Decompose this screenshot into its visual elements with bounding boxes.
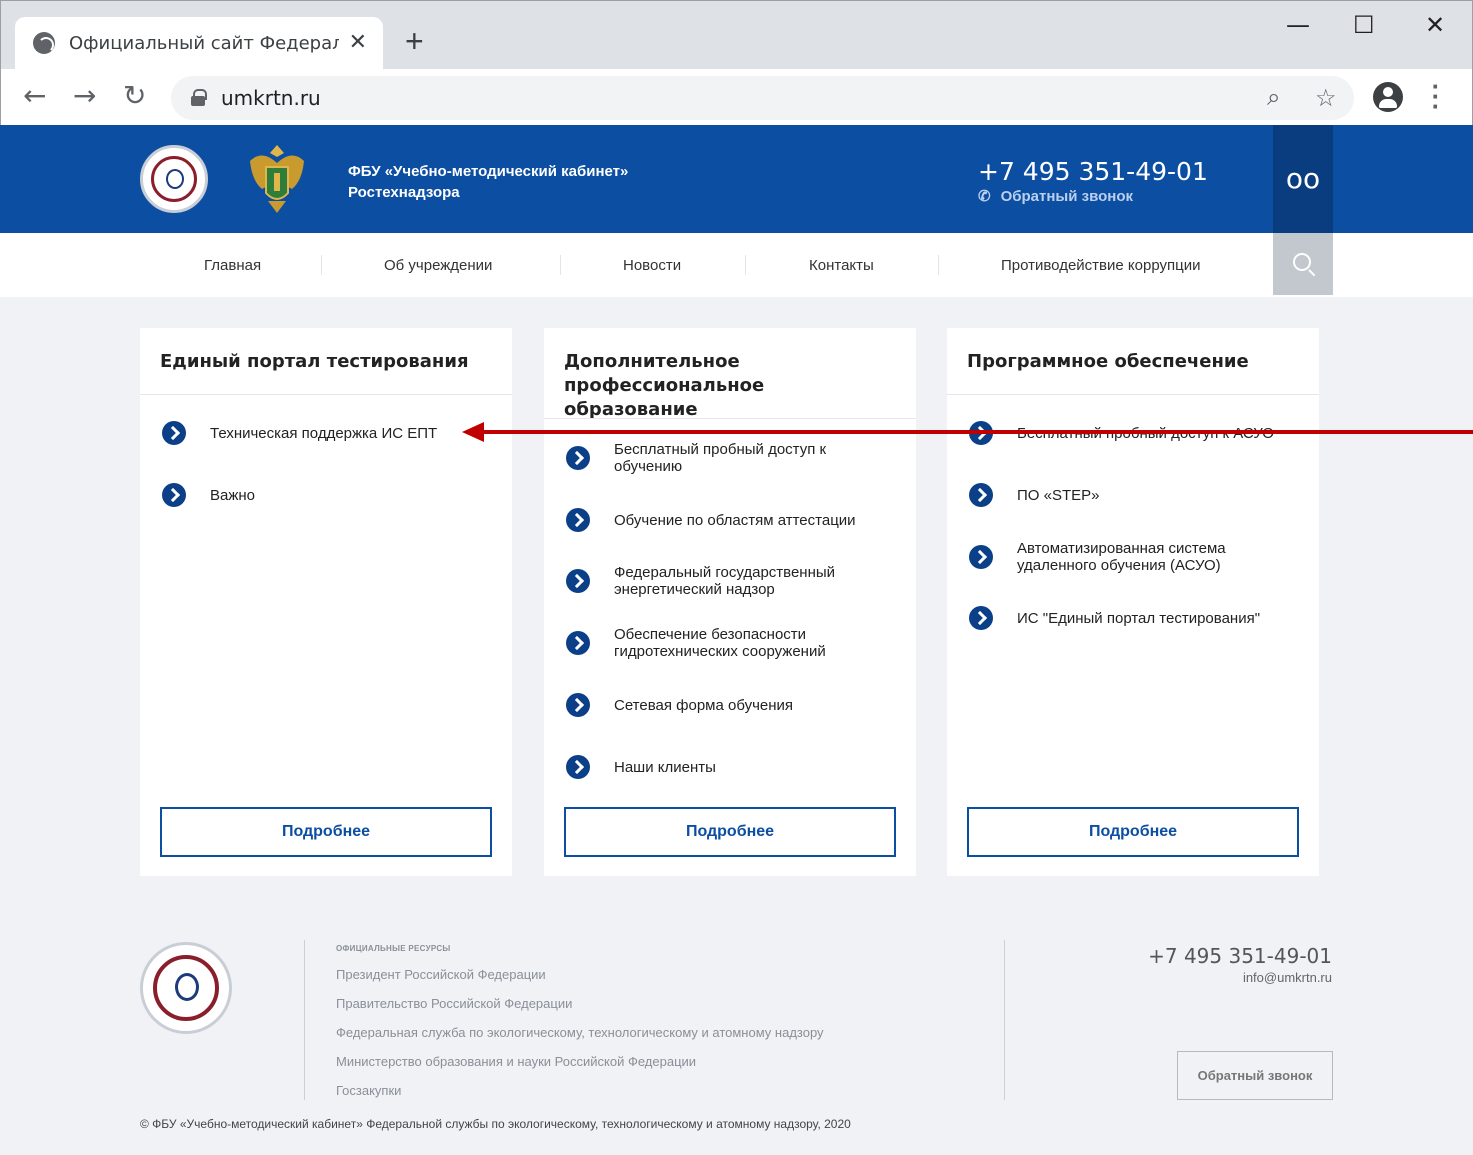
copyright-text: © ФБУ «Учебно-методический кабинет» Феде… [140, 1117, 851, 1131]
list-item[interactable]: Техническая поддержка ИС ЕПТ [162, 421, 492, 445]
card-title: Дополнительное профессиональное образова… [564, 351, 765, 420]
nav-item-news[interactable]: Новости [623, 257, 681, 274]
reload-icon[interactable]: ↻ [123, 81, 146, 111]
more-button[interactable]: Подробнее [564, 807, 896, 857]
chevron-right-icon [566, 631, 590, 655]
resource-link[interactable]: Госзакупки [336, 1083, 401, 1098]
card-divider [140, 394, 512, 395]
new-tab-button[interactable]: + [405, 25, 424, 57]
address-bar[interactable]: umkrtn.ru ⌕ ☆ [171, 76, 1354, 120]
list-item[interactable]: Важно [162, 483, 492, 507]
nav-separator [321, 255, 322, 275]
tab-close-icon[interactable]: ✕ [349, 29, 367, 55]
phone-icon: ✆ [978, 188, 991, 205]
browser-toolbar: ← → ↻ umkrtn.ru ⌕ ☆ · · · [1, 69, 1472, 126]
tab-title: Официальный сайт Федеральнс [69, 32, 339, 54]
browser-tab[interactable]: Официальный сайт Федеральнс ✕ [15, 17, 383, 69]
search-icon [1293, 253, 1311, 271]
resource-link[interactable]: Министерство образования и науки Российс… [336, 1054, 696, 1069]
resource-link[interactable]: Правительство Российской Федерации [336, 996, 572, 1011]
card-testing-portal: Единый портал тестирования Техническая п… [140, 328, 512, 876]
nav-item-about[interactable]: Об учреждении [384, 257, 492, 274]
card-divider [947, 394, 1319, 395]
nav-separator [938, 255, 939, 275]
window-close-button[interactable]: ✕ [1425, 11, 1445, 39]
site-header: ФБУ «Учебно-методический кабинет» Ростех… [0, 125, 1473, 233]
nav-separator [745, 255, 746, 275]
main-nav: Главная Об учреждении Новости Контакты П… [0, 233, 1473, 297]
lock-icon [191, 89, 207, 106]
maximize-button[interactable]: ☐ [1353, 11, 1375, 39]
nav-item-contacts[interactable]: Контакты [809, 257, 874, 274]
chevron-right-icon [969, 483, 993, 507]
list-item[interactable]: Федеральный государственный энергетическ… [566, 564, 896, 598]
site-search-button[interactable] [1273, 233, 1333, 295]
annotation-arrow-head-icon [462, 422, 484, 442]
list-item[interactable]: Автоматизированная система удаленного об… [969, 540, 1299, 574]
chevron-right-icon [162, 483, 186, 507]
resource-link[interactable]: Президент Российской Федерации [336, 967, 546, 982]
profile-avatar-icon[interactable] [1373, 82, 1403, 112]
browser-menu-icon[interactable]: · · · [1431, 73, 1441, 119]
minimize-button[interactable]: — [1286, 11, 1310, 39]
list-item[interactable]: ПО «STEP» [969, 483, 1299, 507]
chevron-right-icon [566, 569, 590, 593]
rostekhnadzor-emblem-icon [250, 145, 304, 213]
forward-arrow-icon[interactable]: → [73, 81, 96, 111]
footer-logo-icon [140, 942, 232, 1034]
accessibility-glasses-icon[interactable]: oo [1273, 125, 1333, 233]
browser-chrome: Официальный сайт Федеральнс ✕ + — ☐ ✕ ← … [0, 0, 1473, 126]
nav-item-anticorruption[interactable]: Противодействие коррупции [1001, 257, 1200, 274]
footer-divider [304, 940, 305, 1100]
list-item[interactable]: Обучение по областям аттестации [566, 508, 896, 532]
resources-heading: ОФИЦИАЛЬНЫЕ РЕСУРСЫ [336, 944, 451, 953]
chevron-right-icon [566, 446, 590, 470]
more-button[interactable]: Подробнее [160, 807, 492, 857]
more-button[interactable]: Подробнее [967, 807, 1299, 857]
card-divider [544, 418, 916, 419]
chevron-right-icon [566, 755, 590, 779]
chevron-right-icon [566, 508, 590, 532]
footer-email[interactable]: info@umkrtn.ru [1100, 970, 1332, 985]
brand-title[interactable]: ФБУ «Учебно-методический кабинет» Ростех… [348, 161, 628, 203]
chevron-right-icon [162, 421, 186, 445]
card-title: Единый портал тестирования [160, 351, 469, 372]
list-item[interactable]: Обеспечение безопасности гидротехнически… [566, 626, 896, 660]
footer-callback-button[interactable]: Обратный звонок [1177, 1051, 1333, 1100]
bookmark-star-icon[interactable]: ☆ [1315, 84, 1337, 113]
chevron-right-icon [566, 693, 590, 717]
list-item[interactable]: Сетевая форма обучения [566, 693, 896, 717]
footer-divider [1004, 940, 1005, 1100]
back-arrow-icon[interactable]: ← [23, 81, 46, 111]
card-software: Программное обеспечение Бесплатный пробн… [947, 328, 1319, 876]
zoom-icon[interactable]: ⌕ [1267, 84, 1280, 112]
url-text[interactable]: umkrtn.ru [221, 86, 321, 110]
chevron-right-icon [969, 606, 993, 630]
nav-separator [560, 255, 561, 275]
nav-item-home[interactable]: Главная [204, 257, 261, 274]
callback-link[interactable]: ✆ Обратный звонок [978, 187, 1133, 205]
card-title: Программное обеспечение [967, 351, 1249, 372]
list-item[interactable]: Бесплатный пробный доступ к обучению [566, 441, 896, 475]
card-professional-education: Дополнительное профессиональное образова… [544, 328, 916, 876]
header-phone[interactable]: +7 495 351-49-01 [978, 157, 1208, 186]
umk-logo-icon[interactable] [140, 145, 208, 213]
footer-phone[interactable]: +7 495 351-49-01 [1100, 944, 1332, 968]
list-item[interactable]: Наши клиенты [566, 755, 896, 779]
resource-link[interactable]: Федеральная служба по экологическому, те… [336, 1025, 824, 1040]
globe-icon [33, 32, 55, 54]
list-item[interactable]: ИС "Единый портал тестирования" [969, 606, 1299, 630]
chevron-right-icon [969, 545, 993, 569]
annotation-arrow-line [480, 430, 1473, 434]
